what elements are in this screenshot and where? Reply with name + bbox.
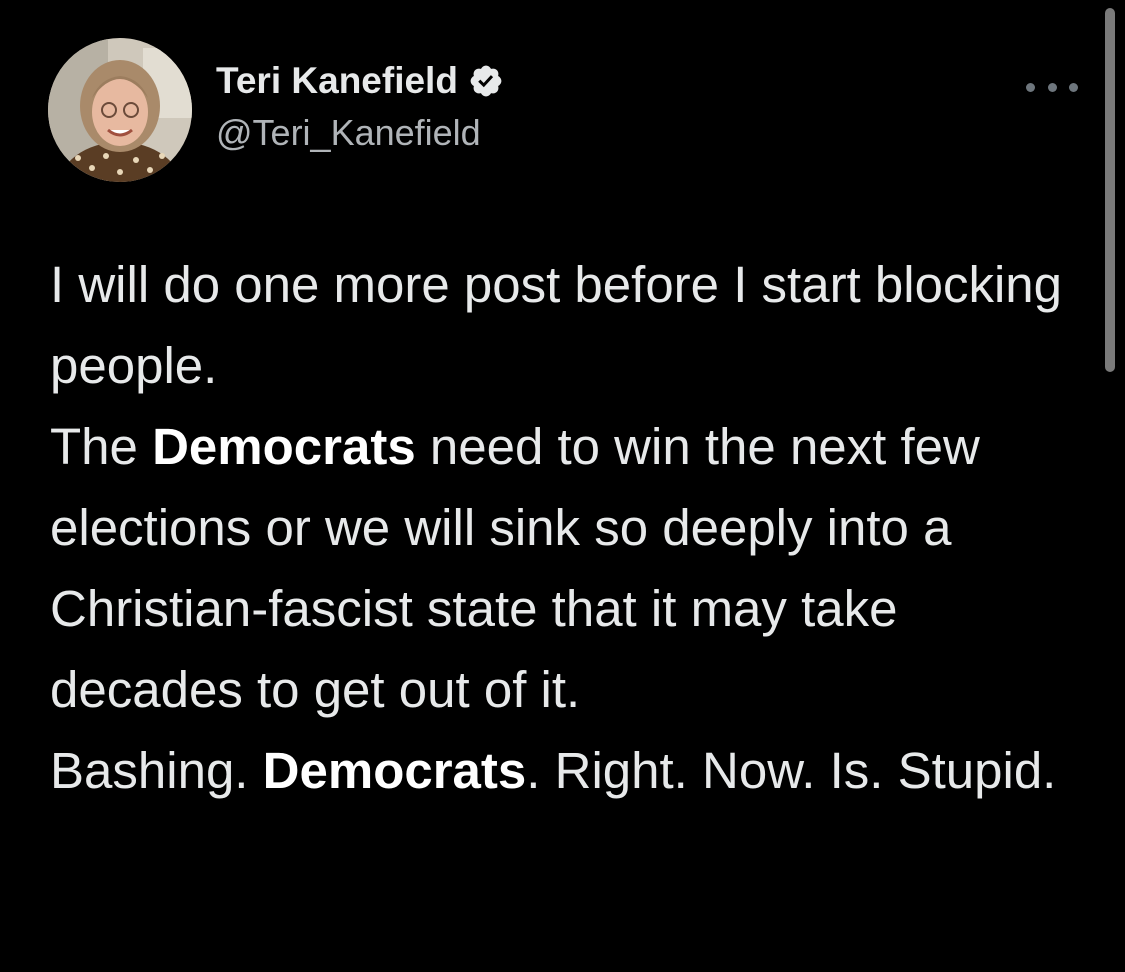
tweet-bold-text: Democrats	[152, 418, 416, 475]
tweet-card: Teri Kanefield @Teri_Kanefield I will do…	[0, 0, 1125, 972]
scrollbar-thumb[interactable]	[1105, 8, 1115, 372]
tweet-paragraph-3: Bashing. Democrats. Right. Now. Is. Stup…	[50, 730, 1070, 811]
more-options-button[interactable]	[1026, 72, 1078, 102]
tweet-text-run: The	[50, 418, 153, 475]
verified-badge-icon	[468, 63, 504, 99]
profile-photo	[48, 38, 192, 182]
tweet-paragraph-2: The Democrats need to win the next few e…	[50, 406, 1070, 730]
tweet-bold-text: Democrats	[262, 742, 527, 799]
more-horizontal-icon	[1026, 82, 1035, 92]
tweet-text-run: Bashing.	[50, 742, 263, 799]
tweet-text-run: . Right. Now. Is. Stupid.	[526, 742, 1057, 799]
author-avatar[interactable]	[48, 38, 192, 182]
author-display-name[interactable]: Teri Kanefield	[216, 60, 458, 102]
more-dot	[1047, 82, 1057, 92]
tweet-text: I will do one more post before I start b…	[50, 244, 1070, 811]
author-name-row[interactable]: Teri Kanefield	[216, 60, 504, 102]
author-handle[interactable]: @Teri_Kanefield	[216, 112, 481, 154]
more-dot	[1069, 82, 1078, 92]
tweet-paragraph-1: I will do one more post before I start b…	[50, 244, 1070, 406]
tweet-paragraph-1-text: I will do one more post before I start b…	[50, 256, 1063, 394]
